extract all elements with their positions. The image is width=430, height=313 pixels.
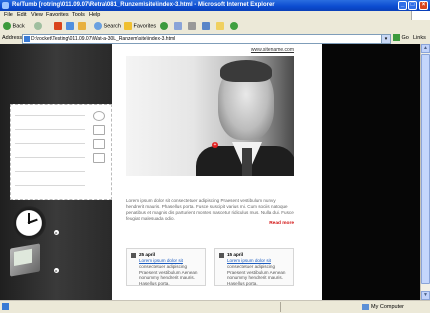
right-black-area [322, 44, 420, 300]
read-more-link[interactable]: Read more [269, 221, 294, 226]
status-page-icon [2, 303, 9, 310]
news-item: 25 april Lorem ipsum dolor sit consectet… [126, 248, 206, 286]
home-icon [78, 22, 86, 30]
notepad-line [15, 143, 85, 144]
about-nav-icon[interactable] [93, 125, 105, 135]
page-content: www.sitename.com + Lorem ipsum dolor sit… [112, 44, 322, 300]
refresh-icon [66, 22, 74, 30]
notepad-graphic [10, 104, 112, 200]
favorites-star-icon [124, 22, 132, 30]
news-item: 15 april Lorem ipsum dolor sit consectet… [214, 248, 294, 286]
news-link[interactable]: Lorem ipsum dolor sit [227, 258, 271, 263]
back-button[interactable]: Back [3, 22, 25, 31]
favorites-label: Favorites [133, 23, 157, 30]
back-arrow-icon [3, 22, 11, 30]
mail-nav-icon[interactable] [93, 153, 105, 163]
windows-logo-icon [411, 11, 430, 20]
status-bar: My Computer [0, 300, 430, 313]
pda-device-icon [10, 243, 40, 277]
clock-bullet-icon[interactable]: ▸ [54, 230, 59, 235]
news-text: consectetuer adipiscing Praesent vestibu… [139, 264, 198, 286]
ie-app-icon [2, 2, 9, 9]
tie-shape [242, 148, 252, 176]
security-zone: My Computer [362, 301, 404, 313]
site-url-link[interactable]: www.sitename.com [251, 47, 294, 53]
history-button[interactable] [160, 22, 168, 31]
home-nav-icon[interactable] [93, 111, 105, 121]
mail-icon [174, 22, 182, 30]
close-icon[interactable]: × [419, 1, 428, 10]
news-text: consectetuer adipiscing Praesent vestibu… [227, 264, 286, 286]
address-dropdown-icon[interactable]: ▾ [381, 34, 391, 44]
notepad-line [15, 185, 85, 186]
address-input[interactable]: D:\rocket\Testing\011.09.07\Wat-a-30L_Ra… [22, 34, 382, 44]
home-button[interactable] [78, 22, 86, 31]
forward-button[interactable] [34, 22, 42, 31]
browser-content: ▸ ▸ www.sitename.com + Lorem ipsum dolor… [0, 44, 430, 300]
status-divider [280, 302, 281, 312]
messenger-icon [230, 22, 238, 30]
go-button[interactable]: Go [393, 34, 409, 43]
vertical-scrollbar[interactable]: ▲ ▼ [420, 44, 430, 300]
minimize-icon[interactable]: _ [398, 1, 407, 10]
notepad-line [15, 157, 85, 158]
go-arrow-icon [393, 34, 400, 42]
address-value: D:\rocket\Testing\011.09.07\Wat-a-30L_Ra… [31, 36, 176, 42]
search-icon [94, 22, 102, 30]
page-icon [24, 36, 30, 42]
notepad-line [15, 171, 85, 172]
news-bullet-icon [219, 253, 224, 258]
back-label: Back [12, 23, 25, 30]
window-title-bar[interactable]: Re/Tumb [rotring\011.09.07\Retra\081_Run… [0, 0, 430, 11]
edit-button[interactable] [202, 22, 210, 31]
stop-button[interactable] [54, 22, 62, 31]
menu-edit[interactable]: Edit [17, 11, 26, 20]
menu-view[interactable]: View [31, 11, 43, 20]
search-label: Search [103, 23, 121, 30]
clock-icon [12, 206, 46, 240]
scroll-thumb[interactable] [421, 54, 430, 284]
pda-bullet-icon[interactable]: ▸ [54, 268, 59, 273]
forward-arrow-icon [34, 22, 42, 30]
notepad-line [15, 129, 85, 130]
edit-icon [202, 22, 210, 30]
print-icon [188, 22, 196, 30]
left-panel: ▸ ▸ [0, 44, 112, 300]
go-label: Go [401, 35, 409, 41]
computer-icon [362, 303, 369, 310]
print-button[interactable] [188, 22, 196, 31]
links-button[interactable]: Links [413, 34, 426, 43]
news-link[interactable]: Lorem ipsum dolor sit [139, 258, 183, 263]
address-label: Address [2, 35, 23, 41]
favorites-button[interactable]: Favorites [124, 22, 156, 31]
history-icon [160, 22, 168, 30]
maximize-icon[interactable]: □ [408, 1, 417, 10]
photo-marker-icon[interactable]: + [212, 142, 218, 148]
folder-icon [216, 22, 224, 30]
menu-file[interactable]: File [4, 11, 13, 20]
menu-help[interactable]: Help [89, 11, 100, 20]
hair-shape [220, 60, 272, 82]
news-date: 15 april [227, 252, 244, 257]
folder-button[interactable] [216, 22, 224, 31]
news-date: 25 april [139, 252, 156, 257]
window-title: Re/Tumb [rotring\011.09.07\Retra\081_Run… [12, 2, 275, 8]
lock-nav-icon[interactable] [93, 139, 105, 149]
messenger-button[interactable] [230, 22, 238, 31]
search-button[interactable]: Search [94, 22, 121, 31]
header-photo: + [126, 56, 294, 176]
news-bullet-icon [131, 253, 136, 258]
stop-icon [54, 22, 62, 30]
intro-text: Lorem ipsum dolor sit consectetuer adipi… [126, 198, 294, 221]
notepad-line [15, 115, 85, 116]
security-zone-label: My Computer [371, 304, 405, 310]
scroll-up-icon[interactable]: ▲ [421, 44, 430, 53]
scroll-down-icon[interactable]: ▼ [421, 291, 430, 300]
standard-toolbar: Back Search Favorites [0, 20, 430, 34]
menu-tools[interactable]: Tools [72, 11, 85, 20]
menu-favorites[interactable]: Favorites [46, 11, 69, 20]
mail-button[interactable] [174, 22, 182, 31]
refresh-button[interactable] [66, 22, 74, 31]
